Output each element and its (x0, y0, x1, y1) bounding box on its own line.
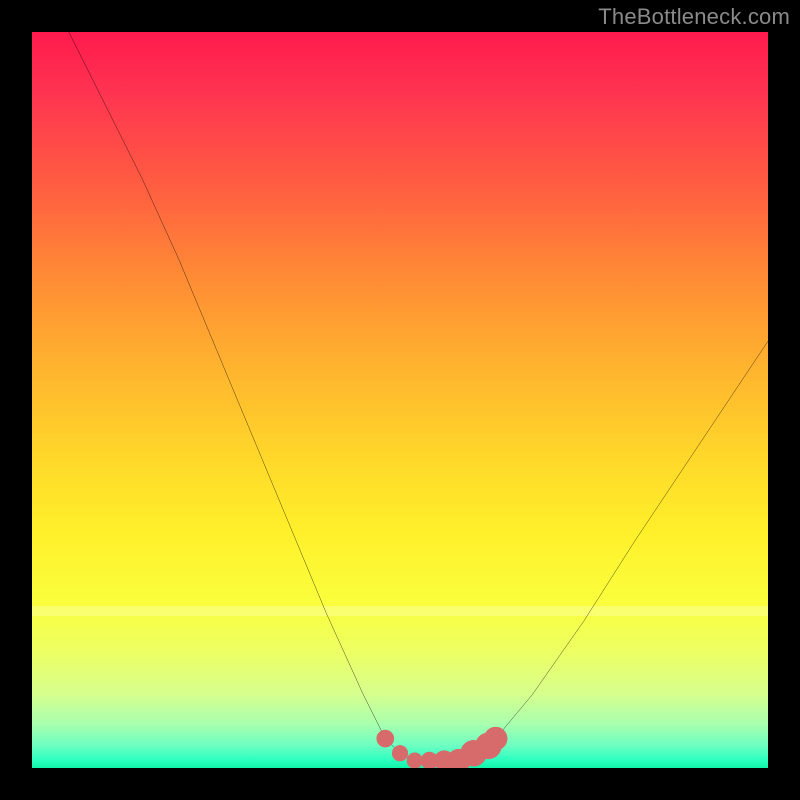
plot-area (32, 32, 768, 768)
watermark-text: TheBottleneck.com (598, 4, 790, 30)
bottleneck-curve (69, 32, 768, 761)
curve-layer (32, 32, 768, 768)
fit-marker (392, 745, 408, 761)
fit-region-markers (376, 727, 507, 768)
fit-marker (407, 753, 423, 768)
fit-marker (484, 727, 508, 751)
chart-frame: TheBottleneck.com (0, 0, 800, 800)
fit-marker (376, 730, 394, 748)
